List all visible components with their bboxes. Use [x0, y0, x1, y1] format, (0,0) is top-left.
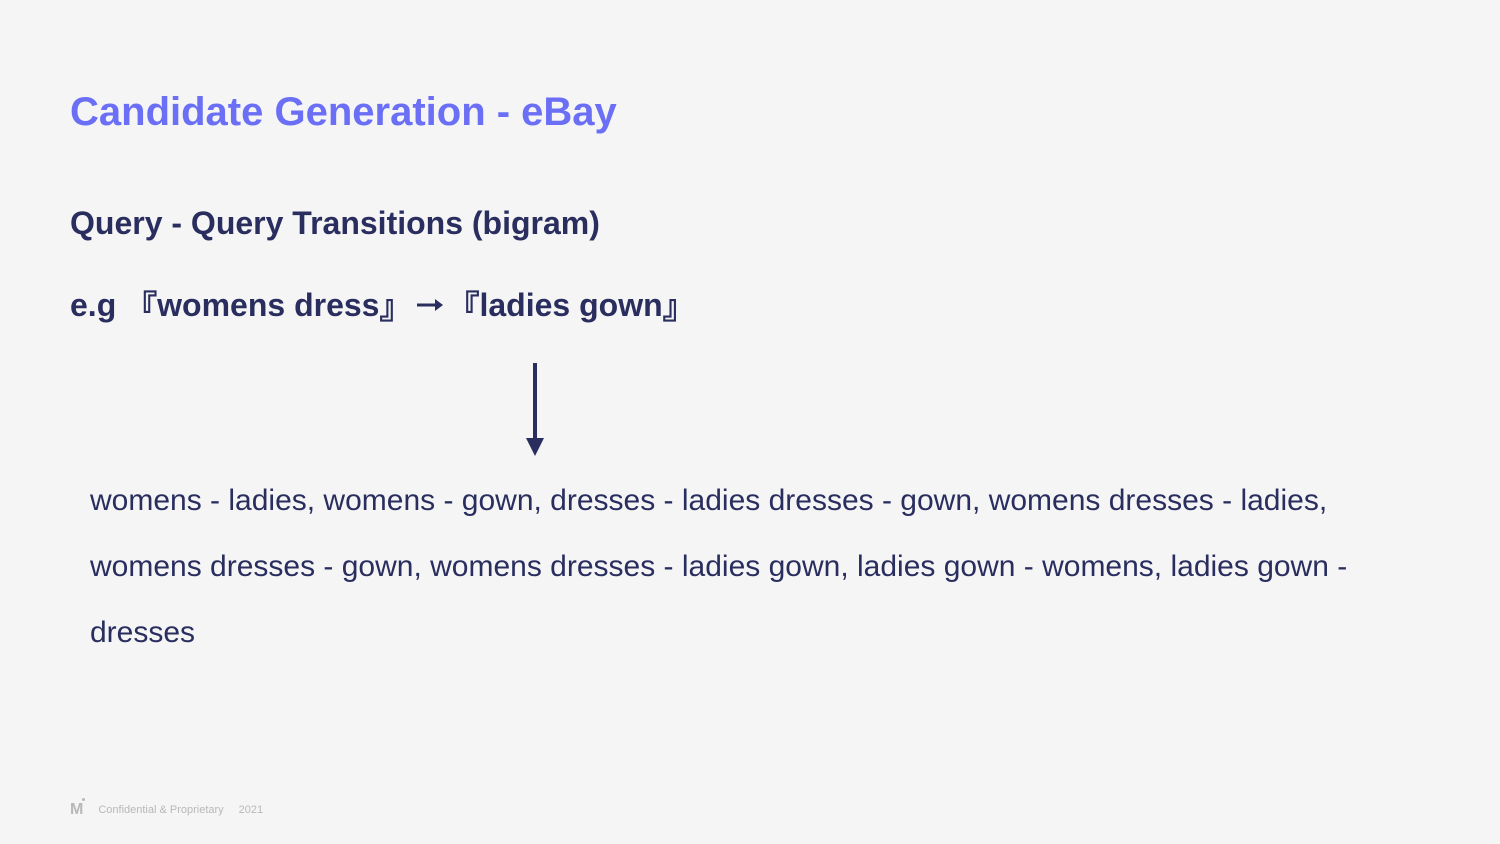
- slide-subtitle: Query - Query Transitions (bigram): [70, 205, 1430, 242]
- query-2-text: ladies gown: [479, 287, 662, 324]
- footer-logo: M: [70, 801, 83, 819]
- bracket-open-1: 『: [125, 282, 157, 328]
- bracket-close-2: 』: [663, 282, 695, 328]
- bracket-open-2: 『: [447, 282, 479, 328]
- slide-title: Candidate Generation - eBay: [70, 90, 1430, 135]
- bracket-close-1: 』: [379, 282, 411, 328]
- arrow-right-icon: [415, 295, 443, 315]
- footer-confidential: Confidential & Proprietary: [98, 804, 223, 816]
- arrow-down-icon: [520, 358, 550, 458]
- footer-year: 2021: [239, 804, 263, 816]
- example-prefix: e.g: [70, 287, 125, 324]
- footer: M Confidential & Proprietary 2021: [70, 801, 263, 819]
- query-1-text: womens dress: [157, 287, 379, 324]
- example-line: e.g 『 womens dress 』 『 ladies gown 』: [70, 282, 1430, 328]
- arrow-down-container: [520, 358, 1430, 458]
- body-text: womens - ladies, womens - gown, dresses …: [70, 468, 1430, 666]
- slide-container: Candidate Generation - eBay Query - Quer…: [0, 0, 1500, 844]
